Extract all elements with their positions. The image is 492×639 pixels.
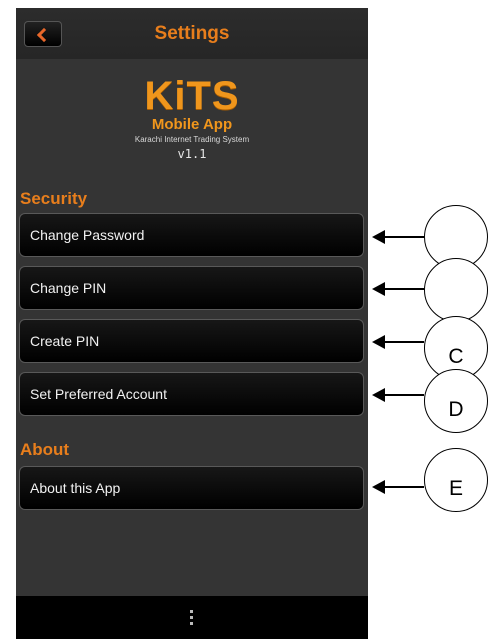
app-version: v1.1 (177, 147, 207, 161)
set-preferred-account-button[interactable]: Set Preferred Account (19, 372, 364, 416)
annotation-circle: E (424, 448, 488, 512)
create-pin-button[interactable]: Create PIN (19, 319, 364, 363)
annotation-circle (424, 258, 488, 322)
page-title: Settings (154, 23, 230, 44)
settings-content: KiTS Mobile App Karachi Internet Trading… (16, 59, 368, 596)
annotation-arrow (372, 480, 424, 494)
change-password-button[interactable]: Change Password (19, 213, 364, 257)
section-heading-about: About (20, 440, 70, 459)
logo-tagline: Karachi Internet Trading System (134, 135, 250, 144)
chevron-left-icon (36, 27, 52, 43)
title-bar: Settings (16, 8, 368, 60)
annotation-arrow (372, 230, 424, 244)
annotation-label: E (448, 477, 463, 500)
about-app-button[interactable]: About this App (19, 466, 364, 510)
app-logo: KiTS Mobile App Karachi Internet Trading… (16, 76, 368, 161)
annotation-arrow (372, 335, 424, 349)
phone-screen: Settings KiTS Mobile App Karachi Interne… (16, 8, 368, 639)
annotation-label: D (448, 398, 464, 421)
change-pin-button[interactable]: Change PIN (19, 266, 364, 310)
back-button[interactable] (24, 21, 62, 47)
annotation-circle: D (424, 369, 488, 433)
bottom-bar (16, 596, 368, 639)
annotation-arrow (372, 388, 424, 402)
annotation-label: C (448, 345, 464, 368)
logo-main-text: KiTS (144, 74, 240, 118)
logo-sub-text: Mobile App (151, 116, 233, 133)
annotation-arrow (372, 282, 424, 296)
overflow-menu-icon[interactable] (190, 610, 194, 628)
section-heading-security: Security (20, 189, 88, 208)
figure: Settings KiTS Mobile App Karachi Interne… (0, 0, 492, 639)
